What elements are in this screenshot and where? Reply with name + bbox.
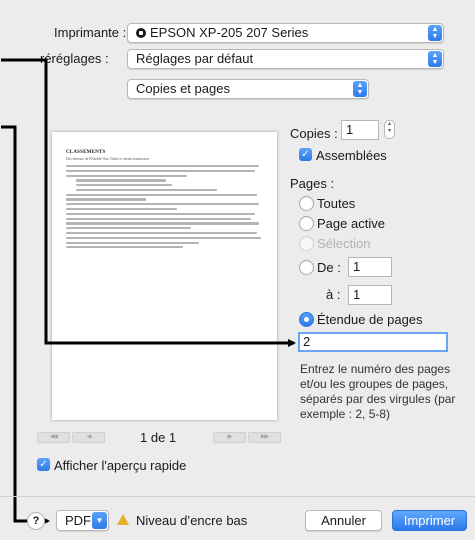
preview-doc-title: CLASSEMENTS [66,150,106,155]
current-page-label: Page active [317,216,385,231]
page-indicator: 1 de 1 [140,430,177,445]
to-field[interactable]: 1 [348,285,392,305]
popup-arrows-icon: ▲ ▼ [353,81,367,97]
from-field[interactable]: 1 [348,257,392,277]
presets-label: réréglages : [40,51,109,66]
next-page-button[interactable]: ▶ [213,432,246,443]
radio-from-to[interactable] [299,260,314,275]
first-page-button[interactable]: ◀◀ [37,432,70,443]
footer-separator [0,496,475,497]
copies-label: Copies : [290,126,338,141]
radio-current-page[interactable] [299,216,314,231]
cancel-button[interactable]: Annuler [305,510,382,531]
ink-level-label: Niveau d’encre bas [136,513,248,528]
popup-arrows-icon: ▲ ▼ [428,51,442,67]
collated-label: Assemblées [316,148,387,163]
radio-page-range[interactable] [299,312,314,327]
page-range-field[interactable]: 2 [298,332,448,352]
quick-preview-checkbox[interactable]: ✓ [37,458,50,471]
popup-arrows-icon: ▲ ▼ [428,25,442,41]
page-range-label: Étendue de pages [317,312,423,327]
preview-doc-subtitle: Des rheteurs de Fisheble-Ono Cheiti et c… [66,157,150,161]
page-preview: CLASSEMENTS Des rheteurs de Fisheble-Ono… [52,132,277,420]
radio-all-pages[interactable] [299,196,314,211]
pages-label: Pages : [290,176,335,191]
help-icon[interactable]: ? [27,512,45,530]
printer-popup[interactable]: EPSON XP-205 207 Series ▲ ▼ [127,23,444,43]
all-pages-label: Toutes [317,196,356,211]
printer-label: Imprimante : [54,25,127,40]
section-value: Copies et pages [136,81,230,96]
from-label: De : [317,260,341,275]
last-page-button[interactable]: ▶▶ [248,432,281,443]
printer-icon [136,28,146,38]
copies-stepper[interactable]: ▴ ▾ [384,120,395,139]
preview-text-lines [66,165,267,249]
quick-preview-label: Afficher l'aperçu rapide [54,458,187,473]
copies-field[interactable]: 1 [341,120,379,140]
pdf-menu-button[interactable]: PDF ▼ [56,510,109,531]
radio-selection[interactable] [299,236,314,251]
pdf-label: PDF [65,513,91,528]
page-range-help-text: Entrez le numéro des pages et/ou les gro… [300,362,456,421]
printer-value: EPSON XP-205 207 Series [150,25,309,40]
prev-page-button[interactable]: ◀ [72,432,105,443]
ink-warning-icon [117,514,129,525]
chevron-down-icon: ▼ [92,512,107,529]
collated-checkbox[interactable]: ✓ [299,148,312,161]
print-button[interactable]: Imprimer [392,510,467,531]
to-label: à : [326,287,341,302]
presets-value: Réglages par défaut [136,51,254,66]
presets-popup[interactable]: Réglages par défaut ▲ ▼ [127,49,444,69]
section-popup[interactable]: Copies et pages ▲ ▼ [127,79,369,99]
selection-label: Sélection [317,236,371,251]
